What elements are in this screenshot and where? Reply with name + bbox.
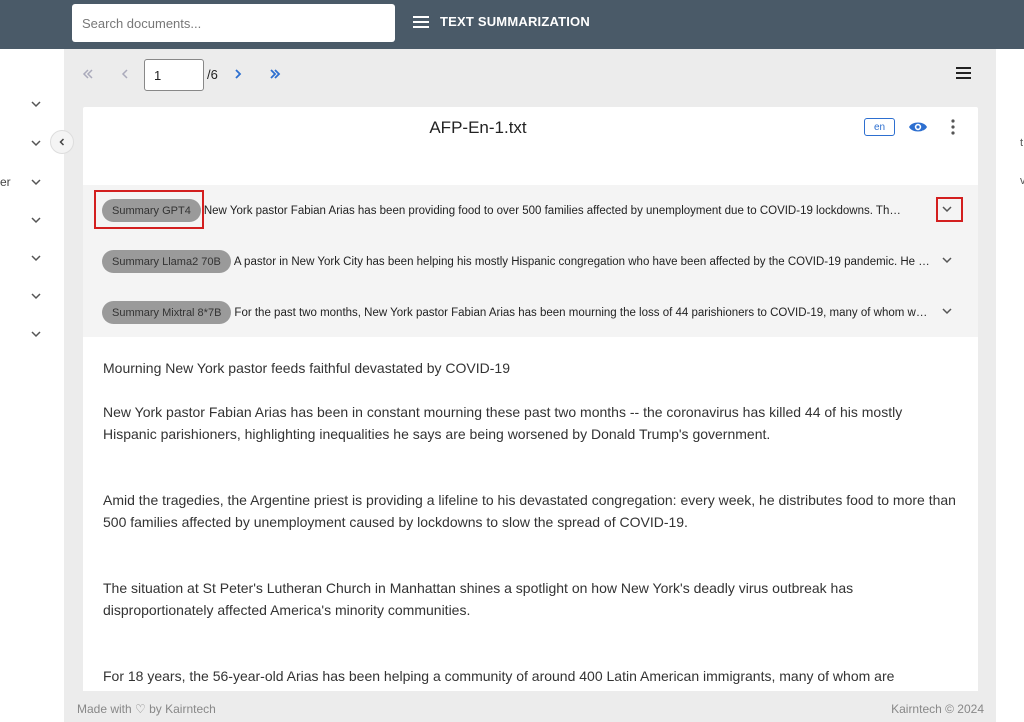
chevron-down-icon[interactable] <box>940 253 954 267</box>
first-page-icon[interactable] <box>80 66 96 82</box>
left-panel-item[interactable] <box>0 93 50 117</box>
previous-page-icon[interactable] <box>117 66 133 82</box>
document-text: Mourning New York pastor feeds faithful … <box>103 357 958 707</box>
right-panel: t v <box>996 49 1024 722</box>
left-panel-item[interactable] <box>0 285 50 309</box>
left-panel-item[interactable] <box>0 323 50 347</box>
left-panel-item[interactable] <box>0 247 50 271</box>
page-total: /6 <box>207 67 218 82</box>
app-title: TEXT SUMMARIZATION <box>440 14 590 29</box>
app-title-button[interactable]: TEXT SUMMARIZATION <box>413 14 590 29</box>
chevron-down-icon <box>31 179 41 186</box>
top-bar: TEXT SUMMARIZATION <box>0 0 1024 49</box>
chevron-down-icon[interactable] <box>940 304 954 318</box>
model-chip[interactable]: Summary Mixtral 8*7B <box>102 301 232 324</box>
footer-copyright: Kairntech © 2024 <box>891 702 984 716</box>
left-panel-item[interactable] <box>0 209 50 233</box>
highlight-box <box>94 190 204 229</box>
article-headline: Mourning New York pastor feeds faithful … <box>103 360 510 376</box>
chevron-down-icon <box>31 293 41 300</box>
summary-text: For the past two months, New York pastor… <box>234 306 933 319</box>
chevron-down-icon <box>31 140 41 147</box>
next-page-icon[interactable] <box>230 66 246 82</box>
article-paragraph: The situation at St Peter's Lutheran Chu… <box>103 580 854 618</box>
summaries-panel: Summary GPT4 New York pastor Fabian Aria… <box>83 185 978 337</box>
article-paragraph: Amid the tragedies, the Argentine priest… <box>103 492 956 530</box>
eye-icon[interactable] <box>908 118 928 136</box>
summary-row-mixtral[interactable]: Summary Mixtral 8*7B For the past two mo… <box>83 287 978 338</box>
menu-icon <box>413 15 429 28</box>
main-area: /6 AFP-En-1.txt en Summary GPT4 New York… <box>64 49 996 707</box>
summary-row-gpt4[interactable]: Summary GPT4 New York pastor Fabian Aria… <box>83 185 978 236</box>
article-paragraph: New York pastor Fabian Arias has been in… <box>103 404 903 442</box>
collapse-panel-button[interactable] <box>50 130 74 154</box>
chevron-down-icon <box>31 255 41 262</box>
summary-text: New York pastor Fabian Arias has been pr… <box>203 204 902 217</box>
language-badge[interactable]: en <box>864 118 895 136</box>
chevron-down-icon <box>31 217 41 224</box>
right-panel-text: t <box>1020 137 1024 149</box>
highlight-box <box>936 197 963 222</box>
article-paragraph: For 18 years, the 56-year-old Arias has … <box>103 668 895 684</box>
pagination-bar: /6 <box>64 49 996 99</box>
document-title: AFP-En-1.txt <box>429 118 527 137</box>
summary-text: A pastor in New York City has been helpi… <box>233 255 932 268</box>
left-panel-item[interactable]: er <box>0 171 50 195</box>
more-options-icon[interactable] <box>950 118 956 136</box>
footer: Made with ♡ by Kairntech Kairntech © 202… <box>64 691 996 722</box>
page-number-input[interactable] <box>144 59 204 91</box>
search-input[interactable] <box>72 4 395 42</box>
footer-credit: Made with ♡ by Kairntech <box>77 702 216 716</box>
document-card: AFP-En-1.txt en Summary GPT4 New York pa… <box>83 107 978 707</box>
last-page-icon[interactable] <box>267 66 283 82</box>
summary-row-llama2[interactable]: Summary Llama2 70B A pastor in New York … <box>83 236 978 287</box>
right-panel-text: v <box>1020 175 1024 187</box>
chevron-down-icon <box>31 101 41 108</box>
chevron-left-icon <box>59 138 65 146</box>
model-chip[interactable]: Summary Llama2 70B <box>102 250 231 273</box>
left-panel-item[interactable]: t <box>0 132 50 156</box>
chevron-down-icon <box>31 331 41 338</box>
menu-icon[interactable] <box>956 67 971 79</box>
